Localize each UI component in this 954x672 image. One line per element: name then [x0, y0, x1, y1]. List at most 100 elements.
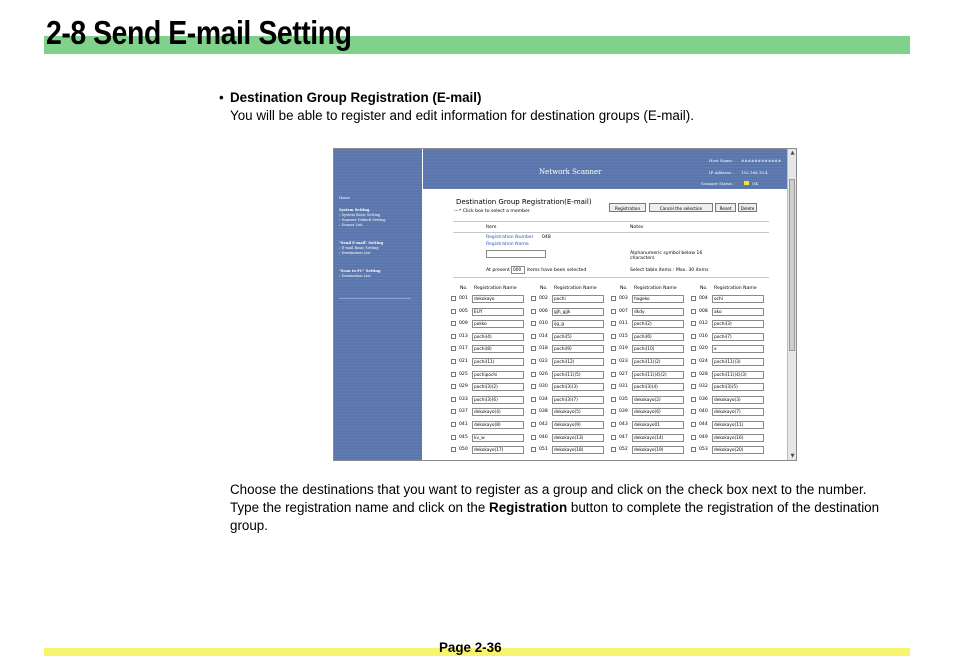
member-checkbox[interactable] [531, 359, 536, 364]
member-name-field[interactable]: pochipochi [472, 370, 524, 379]
member-checkbox[interactable] [451, 346, 456, 352]
member-checkbox[interactable] [691, 422, 696, 427]
reset-button[interactable]: Reset [715, 203, 736, 212]
sidebar-item-scaner-list[interactable]: › Scaner List [339, 223, 362, 227]
member-name-field[interactable]: pochi(3)(3) [552, 383, 604, 392]
sidebar-item-email-basic[interactable]: › E-mail Basic Setting [339, 246, 379, 250]
member-name-field[interactable]: pochi(7) [712, 332, 764, 341]
member-checkbox[interactable] [611, 333, 616, 339]
member-checkbox[interactable] [531, 409, 536, 415]
member-checkbox[interactable] [611, 371, 616, 377]
member-name-field[interactable]: dekokayo(8) [472, 421, 524, 429]
member-checkbox[interactable] [451, 434, 456, 440]
member-name-field[interactable]: dekokayo(17) [472, 446, 524, 455]
member-checkbox[interactable] [611, 396, 616, 402]
member-checkbox[interactable] [531, 447, 536, 453]
member-name-field[interactable]: x [712, 345, 764, 354]
registration-button[interactable]: Registration [609, 203, 646, 212]
member-name-field[interactable]: pochi(3)(4) [632, 383, 684, 392]
member-name-field[interactable]: pochi(4) [472, 332, 524, 341]
member-name-field[interactable]: pochi(11)(3) [712, 358, 764, 366]
sidebar-item-home[interactable]: Home [339, 196, 350, 200]
member-name-field[interactable]: pochi(11)(4)(2) [632, 370, 684, 379]
member-checkbox[interactable] [451, 447, 456, 453]
member-name-field[interactable]: pochi(3)(6) [472, 395, 524, 404]
member-checkbox[interactable] [451, 384, 456, 390]
member-name-field[interactable]: pochi(11)(2) [632, 358, 684, 366]
sidebar-item-system-basic[interactable]: › System Basic Setting [339, 213, 380, 217]
member-checkbox[interactable] [451, 409, 456, 415]
member-name-field[interactable]: kv_w [472, 433, 524, 442]
member-name-field[interactable]: dekokayo(20) [712, 446, 764, 455]
member-checkbox[interactable] [691, 434, 696, 440]
member-checkbox[interactable] [611, 359, 616, 364]
scrollbar[interactable]: ▲ ▼ [787, 149, 796, 460]
member-checkbox[interactable] [611, 409, 616, 415]
delete-button[interactable]: Delete [738, 203, 757, 212]
member-name-field[interactable]: pochi(11)(4)(3) [712, 370, 764, 379]
member-checkbox[interactable] [691, 333, 696, 339]
member-name-field[interactable]: EUY [472, 307, 524, 316]
member-checkbox[interactable] [611, 447, 616, 453]
member-name-field[interactable]: dekokayo(4) [472, 408, 524, 417]
member-name-field[interactable]: pochi(3)(5) [712, 383, 764, 392]
member-name-field[interactable]: pochi(3) [712, 320, 764, 329]
member-checkbox[interactable] [531, 371, 536, 377]
member-checkbox[interactable] [691, 396, 696, 402]
member-name-field[interactable]: pochi(6) [632, 332, 684, 341]
member-name-field[interactable]: pochi(12) [552, 358, 604, 366]
member-checkbox[interactable] [451, 321, 456, 327]
member-checkbox[interactable] [451, 333, 456, 339]
member-name-field[interactable]: pochi(11) [472, 358, 524, 366]
member-name-field[interactable]: dekokayo(19) [632, 446, 684, 455]
member-checkbox[interactable] [611, 296, 616, 301]
reg-name-input[interactable] [486, 250, 546, 258]
member-name-field[interactable]: pochi(5) [552, 332, 604, 341]
member-checkbox[interactable] [691, 359, 696, 364]
member-checkbox[interactable] [531, 434, 536, 440]
member-checkbox[interactable] [531, 396, 536, 402]
member-checkbox[interactable] [451, 359, 456, 364]
member-checkbox[interactable] [611, 346, 616, 352]
member-name-field[interactable]: pochi(3)(7) [552, 395, 604, 404]
member-checkbox[interactable] [691, 308, 696, 314]
member-name-field[interactable]: ako [712, 307, 764, 316]
member-checkbox[interactable] [531, 346, 536, 352]
member-name-field[interactable]: dekokayo(16) [712, 433, 764, 442]
member-checkbox[interactable] [451, 422, 456, 427]
member-name-field[interactable]: dekokayo(2) [632, 395, 684, 404]
member-name-field[interactable]: pochi(11)(5) [552, 370, 604, 379]
member-checkbox[interactable] [451, 296, 456, 301]
member-checkbox[interactable] [611, 384, 616, 390]
member-checkbox[interactable] [691, 296, 696, 301]
member-name-field[interactable]: dekokayo(3) [712, 395, 764, 404]
member-checkbox[interactable] [451, 396, 456, 402]
member-name-field[interactable]: ijg_g [552, 320, 604, 329]
member-checkbox[interactable] [691, 321, 696, 327]
member-name-field[interactable]: dekokayo(18) [552, 446, 604, 455]
member-checkbox[interactable] [611, 308, 616, 314]
sidebar-item-email-destinations[interactable]: › Destination List [339, 251, 371, 255]
member-name-field[interactable]: pochi(10) [632, 345, 684, 354]
member-checkbox[interactable] [531, 308, 536, 314]
member-name-field[interactable]: gjh_gjjk [552, 307, 604, 316]
member-checkbox[interactable] [531, 422, 536, 427]
member-checkbox[interactable] [451, 371, 456, 377]
member-name-field[interactable]: dekokayo01 [632, 421, 684, 429]
member-checkbox[interactable] [531, 384, 536, 390]
member-checkbox[interactable] [691, 409, 696, 415]
member-name-field[interactable]: dkdy [632, 307, 684, 316]
member-name-field[interactable]: dekokayo(7) [712, 408, 764, 417]
member-name-field[interactable]: dekokayo(9) [552, 421, 604, 429]
member-name-field[interactable]: dekokayo(13) [552, 433, 604, 442]
member-checkbox[interactable] [531, 321, 536, 327]
member-checkbox[interactable] [451, 308, 456, 314]
member-checkbox[interactable] [691, 346, 696, 352]
member-name-field[interactable]: dekokayo(5) [552, 408, 604, 417]
member-name-field[interactable]: pochi(8) [472, 345, 524, 354]
member-name-field[interactable]: dekokayo(11) [712, 421, 764, 429]
member-checkbox[interactable] [531, 333, 536, 339]
scroll-up-icon[interactable]: ▲ [789, 150, 796, 156]
member-name-field[interactable]: dekokayo(6) [632, 408, 684, 417]
member-checkbox[interactable] [611, 434, 616, 440]
